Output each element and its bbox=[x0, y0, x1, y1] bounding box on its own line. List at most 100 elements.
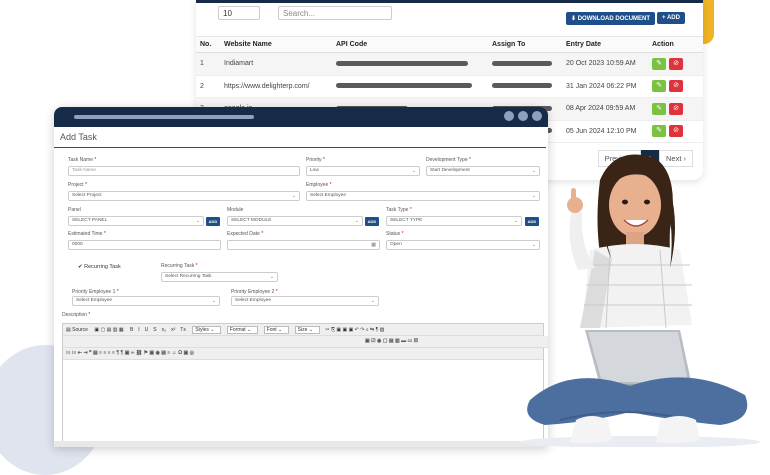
chevron-down-icon: ⌄ bbox=[269, 274, 274, 280]
api-code-redacted bbox=[332, 75, 488, 98]
row-actions: ✎ ⊘ bbox=[648, 120, 703, 143]
table-row: 2 https://www.delighterp.com/ 31 Jan 202… bbox=[196, 75, 703, 98]
editor-toolbar-row3: ⁝≡ ⁝≡ ⇤ ⇥ ❞ ▤ ≡ ≡ ≡ ≡ ¶ ¶ ▣ ∞ ⛓ ⚑ ▣ ◉ ▤ … bbox=[63, 348, 543, 360]
format-dropdown[interactable]: Format ⌄ bbox=[226, 326, 259, 334]
api-code-redacted bbox=[332, 52, 488, 76]
delete-icon[interactable]: ⊘ bbox=[669, 125, 683, 138]
task-name-label: Task Name * bbox=[68, 157, 97, 163]
row-actions: ✎ ⊘ bbox=[648, 52, 703, 76]
col-no[interactable]: No. bbox=[196, 36, 220, 53]
font-dropdown[interactable]: Font ⌄ bbox=[263, 326, 290, 334]
prio-emp1-label: Priority Employee 1 * bbox=[72, 289, 119, 295]
employee-select[interactable]: Select Employee ⌄ bbox=[306, 191, 540, 201]
recurring-task-label: Recurring Task * bbox=[161, 263, 198, 269]
row-date: 08 Apr 2024 09:59 AM bbox=[562, 97, 648, 121]
insert-icons[interactable]: ▣ ☑ ◉ ▢ ▤ ▥ ▬ ▭ ☒ bbox=[365, 338, 418, 344]
col-api-code[interactable]: API Code bbox=[332, 36, 488, 53]
clipboard-icons[interactable]: ✂ ⎘ ▣ ▣ ▣ ↶ ↷ ⌕ ⇆ ¶ ▨ bbox=[325, 327, 384, 333]
delete-icon[interactable]: ⊘ bbox=[669, 80, 683, 93]
editor-toolbar-row2: ▣ ☑ ◉ ▢ ▤ ▥ ▬ ▭ ☒ bbox=[63, 336, 548, 348]
chevron-down-icon: ⌄ bbox=[195, 218, 200, 224]
panel-label: Panel bbox=[68, 207, 81, 213]
add-panel-button[interactable]: ADD bbox=[206, 217, 220, 226]
remove-format-icon[interactable]: Tx bbox=[180, 327, 186, 333]
project-select[interactable]: Select Project ⌄ bbox=[68, 191, 300, 201]
task-name-input[interactable]: Task Name bbox=[68, 166, 300, 176]
add-module-button[interactable]: ADD bbox=[365, 217, 379, 226]
chevron-down-icon: ⌄ bbox=[211, 298, 216, 304]
row-actions: ✎ ⊘ bbox=[648, 97, 703, 121]
window-footer bbox=[54, 441, 548, 447]
chevron-down-icon: ⌄ bbox=[370, 298, 375, 304]
list-align-icons[interactable]: ⁝≡ ⁝≡ ⇤ ⇥ ❞ ▤ ≡ ≡ ≡ ≡ ¶ ¶ ▣ ∞ ⛓ ⚑ ▣ ◉ ▤ … bbox=[66, 350, 194, 356]
col-action: Action bbox=[648, 36, 703, 53]
dev-type-label: Development Type * bbox=[426, 157, 471, 163]
recurring-task-checkbox[interactable]: ✔ Recurring Task bbox=[78, 264, 121, 270]
prio-emp2-select[interactable]: Select Employee ⌄ bbox=[231, 296, 379, 306]
woman-with-laptop-illustration bbox=[520, 154, 760, 447]
row-actions: ✎ ⊘ bbox=[648, 75, 703, 98]
underline-icon[interactable]: U bbox=[145, 327, 149, 333]
module-label: Module bbox=[227, 207, 244, 213]
edit-icon[interactable]: ✎ bbox=[652, 80, 666, 93]
recurring-task-select[interactable]: Select Recurring Task ⌄ bbox=[161, 272, 278, 282]
strike-icon[interactable]: S bbox=[153, 327, 156, 333]
row-website: Indiamart bbox=[220, 52, 332, 76]
edit-icon[interactable]: ✎ bbox=[652, 57, 666, 70]
priority-select[interactable]: Low ⌄ bbox=[306, 166, 420, 176]
search-input[interactable]: Search... bbox=[278, 6, 392, 20]
window-dot-icon[interactable] bbox=[532, 111, 542, 121]
rich-text-editor[interactable]: ▤ Source ▣ ▢ ▤ ▥ ▦ B I U Sx₂ x² Tx Styles ⌄ F… bbox=[62, 323, 548, 447]
toolbar-file-icons[interactable]: ▣ ▢ ▤ ▥ ▦ bbox=[94, 327, 123, 333]
expected-date-input[interactable]: ▦ bbox=[227, 240, 380, 250]
task-type-select[interactable]: SELECT TYPE ⌄ bbox=[386, 216, 522, 226]
col-website[interactable]: Website Name bbox=[220, 36, 332, 53]
expected-date-label: Expected Date * bbox=[227, 231, 264, 237]
bold-icon[interactable]: B bbox=[130, 327, 133, 333]
est-time-label: Estimated Time * bbox=[68, 231, 106, 237]
source-button[interactable]: ▤ Source bbox=[66, 327, 88, 333]
row-date: 31 Jan 2024 06:22 PM bbox=[562, 75, 648, 98]
col-entry-date[interactable]: Entry Date bbox=[562, 36, 648, 53]
form-title: Add Task bbox=[54, 127, 546, 148]
edit-icon[interactable]: ✎ bbox=[652, 125, 666, 138]
window-titlebar bbox=[54, 107, 548, 127]
superscript-icon[interactable]: x² bbox=[171, 327, 175, 333]
window-dot-icon[interactable] bbox=[518, 111, 528, 121]
subscript-icon[interactable]: x₂ bbox=[162, 327, 166, 333]
page-size-select[interactable]: 10 bbox=[218, 6, 260, 20]
status-select[interactable]: Open ⌄ bbox=[386, 240, 540, 250]
styles-dropdown[interactable]: Styles ⌄ bbox=[192, 326, 222, 334]
chevron-down-icon: ⌄ bbox=[513, 218, 518, 224]
priority-label: Priority * bbox=[306, 157, 325, 163]
titlebar-placeholder bbox=[74, 115, 254, 119]
prio-emp1-select[interactable]: Select Employee ⌄ bbox=[72, 296, 220, 306]
chevron-down-icon: ⌄ bbox=[291, 193, 296, 199]
col-assign-to[interactable]: Assign To bbox=[488, 36, 562, 53]
est-time-input[interactable]: 0000 bbox=[68, 240, 221, 250]
size-dropdown[interactable]: Size ⌄ bbox=[294, 326, 320, 334]
panel-top-bar bbox=[196, 0, 703, 3]
table-row: 1 Indiamart 20 Oct 2023 10:59 AM ✎ ⊘ bbox=[196, 52, 703, 76]
description-label: Description * bbox=[62, 312, 91, 318]
row-no: 1 bbox=[196, 52, 220, 76]
edit-icon[interactable]: ✎ bbox=[652, 102, 666, 115]
editor-content-area[interactable] bbox=[63, 360, 543, 446]
assignee-redacted bbox=[488, 52, 562, 76]
editor-toolbar: ▤ Source ▣ ▢ ▤ ▥ ▦ B I U Sx₂ x² Tx Styles ⌄ F… bbox=[63, 324, 543, 336]
panel-select[interactable]: SELECT PANEL ⌄ bbox=[68, 216, 204, 226]
status-label: Status * bbox=[386, 231, 404, 237]
window-dot-icon[interactable] bbox=[504, 111, 514, 121]
project-label: Project * bbox=[68, 182, 87, 188]
delete-icon[interactable]: ⊘ bbox=[669, 57, 683, 70]
download-icon: ⬇ bbox=[571, 16, 578, 22]
prio-emp2-label: Priority Employee 2 * bbox=[231, 289, 278, 295]
add-button[interactable]: + ADD bbox=[657, 12, 685, 24]
window-controls bbox=[504, 111, 542, 121]
module-select[interactable]: SELECT MODULE ⌄ bbox=[227, 216, 363, 226]
calendar-icon[interactable]: ▦ bbox=[371, 242, 376, 248]
italic-icon[interactable]: I bbox=[138, 327, 139, 333]
delete-icon[interactable]: ⊘ bbox=[669, 102, 683, 115]
download-document-button[interactable]: ⬇ DOWNLOAD DOCUMENT bbox=[566, 12, 656, 25]
chevron-down-icon: ⌄ bbox=[354, 218, 359, 224]
